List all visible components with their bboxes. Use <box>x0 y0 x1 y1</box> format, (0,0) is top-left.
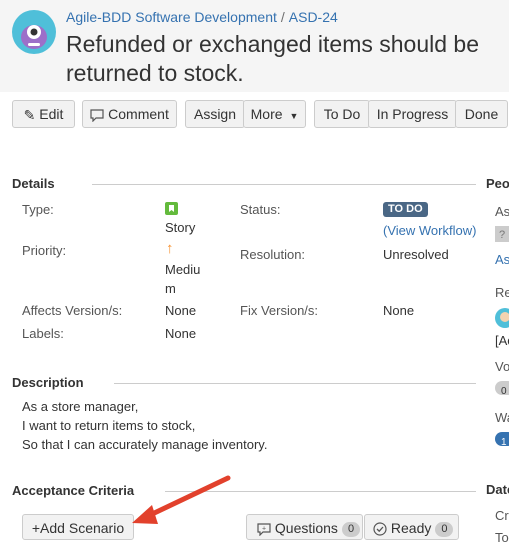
reporter-name: [Ac <box>495 333 509 348</box>
watchers-label: Wa <box>495 410 509 425</box>
reporter-avatar-icon <box>495 308 509 328</box>
updated-label: To <box>495 530 509 545</box>
watchers-count: 1 <box>501 437 507 448</box>
svg-text:?: ? <box>499 229 505 241</box>
dates-heading: Date <box>486 482 509 497</box>
created-label: Cr <box>495 508 509 523</box>
annotation-arrow <box>132 475 231 524</box>
watchers-count-badge[interactable]: 1 <box>495 432 509 448</box>
people-heading: Peo <box>486 176 509 191</box>
reporter-label: Re <box>495 285 509 300</box>
votes-label: Vo <box>495 359 509 374</box>
votes-count: 0 <box>501 386 507 397</box>
unassigned-avatar-icon: ? <box>495 226 509 242</box>
assign-to-me-link[interactable]: As <box>495 252 509 267</box>
assignee-label: As <box>495 204 509 219</box>
votes-count-badge[interactable]: 0 <box>495 381 509 397</box>
